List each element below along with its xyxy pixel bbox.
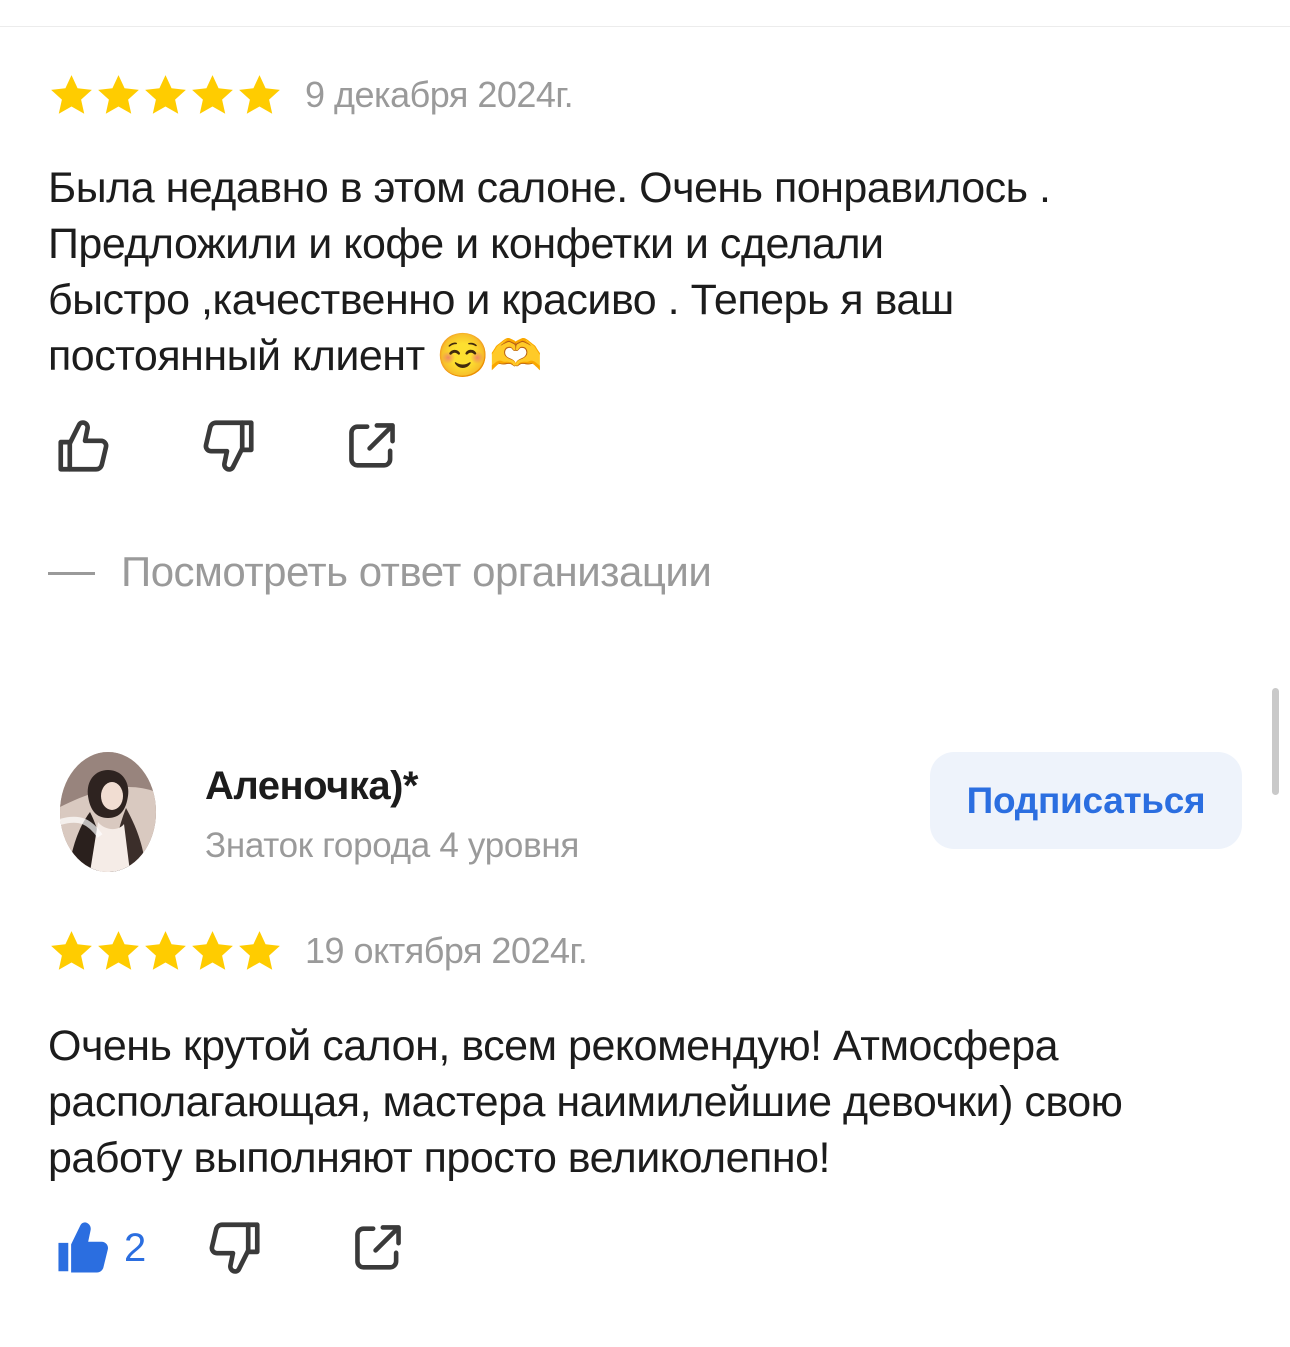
like-count: 2: [124, 1225, 147, 1270]
star-icon: [98, 930, 139, 970]
thumbs-up-icon: [58, 420, 109, 472]
star-icon: [239, 930, 280, 970]
review-text: Очень крутой салон, всем рекомендую! Атм…: [48, 1018, 1238, 1186]
star-icon: [239, 74, 280, 114]
share-icon: [349, 423, 395, 468]
review-text-line: быстро ,качественно и красиво . Теперь я…: [48, 276, 954, 324]
review-actions: 2: [52, 1212, 414, 1284]
thumbs-up-icon: [58, 1222, 109, 1273]
thumbs-down-icon: [209, 1222, 260, 1274]
star-rating: [48, 72, 283, 119]
view-org-answer-label: Посмотреть ответ организации: [121, 548, 712, 595]
review-author: Аленочка)* Знаток города 4 уровня Подпис…: [60, 752, 1244, 874]
avatar-photo: [60, 752, 156, 872]
author-level: Знаток города 4 уровня: [205, 826, 580, 865]
review-actions: [48, 410, 408, 482]
top-divider: [0, 0, 1290, 27]
star-icon: [51, 930, 92, 970]
review-card: 19 октября 2024г. Очень крутой салон, вс…: [48, 926, 1238, 1186]
review-text-line: работу выполняют просто великолепно!: [48, 1134, 830, 1182]
thumbs-down-icon: [203, 420, 254, 472]
view-org-answer-link[interactable]: Посмотреть ответ организации: [48, 548, 712, 596]
dislike-button[interactable]: [192, 410, 264, 482]
share-icon: [355, 1225, 402, 1270]
review-text-line: постоянный клиент ☺️🫶: [48, 332, 543, 380]
review-text-line: располагающая, мастера наимилейшие девоч…: [48, 1078, 1123, 1126]
star-icon: [145, 74, 186, 114]
star-icon: [192, 930, 233, 970]
review-text-line: Предложили и кофе и конфетки и сделали: [48, 220, 884, 268]
avatar[interactable]: [60, 752, 156, 872]
star-icon: [192, 74, 233, 114]
dislike-button[interactable]: [198, 1212, 270, 1284]
star-icon: [145, 930, 186, 970]
review-text-line: Очень крутой салон, всем рекомендую! Атм…: [48, 1022, 1059, 1070]
star-icon: [51, 74, 92, 114]
like-button[interactable]: [48, 410, 120, 482]
review-text: Была недавно в этом салоне. Очень понрав…: [48, 160, 1238, 384]
rating-row: 9 декабря 2024г.: [48, 70, 1238, 120]
share-button[interactable]: [342, 1212, 414, 1284]
review-date: 19 октября 2024г.: [305, 930, 588, 971]
dash-divider: [48, 571, 95, 575]
star-icon: [98, 74, 139, 114]
share-button[interactable]: [336, 410, 408, 482]
scrollbar[interactable]: [1272, 688, 1279, 795]
review-text-line: Была недавно в этом салоне. Очень понрав…: [48, 164, 1051, 212]
star-rating: [48, 928, 283, 975]
subscribe-button[interactable]: Подписаться: [930, 752, 1242, 849]
like-button[interactable]: 2: [52, 1212, 146, 1284]
review-date: 9 декабря 2024г.: [305, 74, 574, 115]
author-name[interactable]: Аленочка)*: [205, 764, 419, 809]
review-card: 9 декабря 2024г. Была недавно в этом сал…: [48, 70, 1238, 384]
rating-row: 19 октября 2024г.: [48, 926, 1238, 976]
